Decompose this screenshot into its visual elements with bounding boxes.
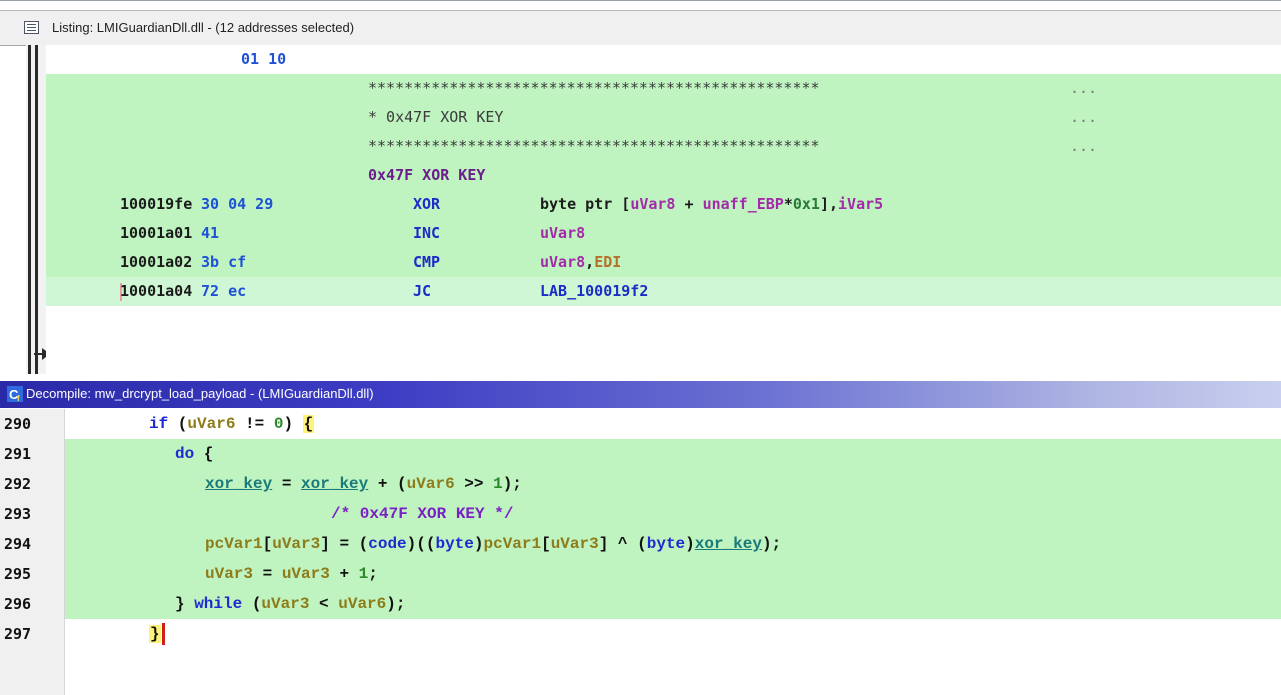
code-line[interactable]: /* 0x47F XOR KEY */ xyxy=(65,499,1281,529)
keyword: while xyxy=(194,595,243,613)
truncation-ellipsis: ... xyxy=(1070,79,1098,97)
instruction-address[interactable]: 10001a01 xyxy=(120,219,192,248)
local-variable[interactable]: uVar3 xyxy=(551,535,599,553)
instruction-mnemonic[interactable]: INC xyxy=(413,219,440,248)
svg-text:f: f xyxy=(17,394,20,402)
type-name[interactable]: code xyxy=(368,535,406,553)
listing-panel: Listing: LMIGuardianDll.dll - (12 addres… xyxy=(0,0,1281,374)
instruction-bytes: 72 ec xyxy=(201,282,247,300)
listing-row[interactable]: * 0x47F XOR KEY ... xyxy=(46,103,1281,132)
matched-brace[interactable]: } xyxy=(149,625,161,643)
local-variable[interactable]: pcVar1 xyxy=(483,535,541,553)
local-variable[interactable]: uVar6 xyxy=(187,415,235,433)
global-variable[interactable]: xor_key xyxy=(695,535,762,553)
plate-comment: * 0x47F XOR KEY xyxy=(368,108,504,126)
line-number: 294 xyxy=(4,535,32,553)
instruction-bytes: 3b cf xyxy=(201,253,247,271)
line-number: 291 xyxy=(4,445,32,463)
decompile-title-bar[interactable]: C f Decompile: mw_drcrypt_load_payload -… xyxy=(0,381,1281,408)
constant: 1 xyxy=(493,475,503,493)
listing-instruction-row[interactable]: 10001a02 3b cf CMP uVar8,EDI xyxy=(46,248,1281,277)
local-variable[interactable]: uVar3 xyxy=(205,565,253,583)
line-number: 290 xyxy=(4,415,32,433)
instruction-mnemonic[interactable]: XOR xyxy=(413,190,440,219)
local-variable[interactable]: pcVar1 xyxy=(205,535,263,553)
global-variable[interactable]: xor_key xyxy=(205,475,272,493)
decompiler-icon: C f xyxy=(7,386,23,402)
instruction-address[interactable]: 10001a02 xyxy=(120,248,192,277)
jump-target-label[interactable]: LAB_100019f2 xyxy=(540,277,648,306)
constant: 0 xyxy=(273,415,284,433)
keyword: do xyxy=(175,445,195,463)
global-variable[interactable]: xor_key xyxy=(301,475,368,493)
code-line[interactable]: uVar3 = uVar3 + 1; xyxy=(65,559,1281,589)
listing-window-icon xyxy=(24,21,39,34)
code-label[interactable]: 0x47F XOR KEY xyxy=(368,161,485,190)
plate-comment-border: ****************************************… xyxy=(368,137,820,155)
instruction-mnemonic[interactable]: JC xyxy=(413,277,431,306)
instruction-operands[interactable]: byte ptr [uVar8 + unaff_EBP*0x1],iVar5 xyxy=(540,190,883,219)
code-line[interactable]: xor_key = xor_key + (uVar6 >> 1); xyxy=(65,469,1281,499)
instruction-operands[interactable]: uVar8,EDI xyxy=(540,248,621,277)
code-line[interactable]: if (uVar6 != 0) { xyxy=(65,409,1281,439)
code-line[interactable]: pcVar1[uVar3] = (code)((byte)pcVar1[uVar… xyxy=(65,529,1281,559)
listing-row[interactable]: 0x47F XOR KEY xyxy=(46,161,1281,190)
listing-title: Listing: LMIGuardianDll.dll - (12 addres… xyxy=(52,20,355,35)
local-variable[interactable]: uVar3 xyxy=(261,595,309,613)
type-name[interactable]: byte xyxy=(647,535,685,553)
local-variable[interactable]: uVar6 xyxy=(338,595,386,613)
instruction-address[interactable]: 10001a04 xyxy=(120,277,192,306)
listing-title-bar[interactable]: Listing: LMIGuardianDll.dll - (12 addres… xyxy=(0,10,1281,46)
local-variable[interactable]: uVar6 xyxy=(407,475,455,493)
listing-row[interactable]: ****************************************… xyxy=(46,74,1281,103)
type-name[interactable]: byte xyxy=(435,535,473,553)
decompile-panel: C f Decompile: mw_drcrypt_load_payload -… xyxy=(0,381,1281,695)
line-number-gutter: 290 291 292 293 294 295 296 297 xyxy=(0,409,65,695)
code-line[interactable]: do { xyxy=(65,439,1281,469)
truncation-ellipsis: ... xyxy=(1070,108,1098,126)
listing-instruction-row[interactable]: 100019fe 30 04 29 XOR byte ptr [uVar8 + … xyxy=(46,190,1281,219)
decompile-title: Decompile: mw_drcrypt_load_payload - (LM… xyxy=(26,386,374,401)
instruction-bytes: 30 04 29 xyxy=(201,195,274,213)
instruction-operands[interactable]: uVar8 xyxy=(540,219,585,248)
local-variable[interactable]: uVar3 xyxy=(282,565,330,583)
listing-instruction-row[interactable]: 10001a01 41 INC uVar8 xyxy=(46,219,1281,248)
local-variable[interactable]: uVar3 xyxy=(272,535,320,553)
listing-instruction-row-current[interactable]: 10001a04 72 ec JC LAB_100019f2 xyxy=(46,277,1281,306)
listing-bytes: 01 10 xyxy=(241,50,287,68)
instruction-bytes: 41 xyxy=(201,224,220,242)
instruction-mnemonic[interactable]: CMP xyxy=(413,248,440,277)
line-number: 297 xyxy=(4,625,32,643)
listing-flow-gutter xyxy=(26,45,50,374)
keyword: if xyxy=(149,415,169,433)
matched-brace[interactable]: { xyxy=(302,415,315,433)
code-line[interactable]: } while (uVar3 < uVar6); xyxy=(65,589,1281,619)
text-cursor xyxy=(161,622,165,645)
code-comment: /* 0x47F XOR KEY */ xyxy=(331,505,514,523)
truncation-ellipsis: ... xyxy=(1070,137,1098,155)
plate-comment-border: ****************************************… xyxy=(368,79,820,97)
listing-row[interactable]: 01 10 xyxy=(46,45,1281,74)
code-line[interactable]: } xyxy=(65,619,1281,649)
line-number: 292 xyxy=(4,475,32,493)
line-number: 296 xyxy=(4,595,32,613)
line-number: 293 xyxy=(4,505,32,523)
line-number: 295 xyxy=(4,565,32,583)
listing-content[interactable]: 01 10 **********************************… xyxy=(46,45,1281,374)
listing-row[interactable]: ****************************************… xyxy=(46,132,1281,161)
instruction-address[interactable]: 100019fe xyxy=(120,190,192,219)
decompile-code[interactable]: if (uVar6 != 0) { do { xor_key = xor_key… xyxy=(65,409,1281,695)
constant: 1 xyxy=(358,565,369,583)
